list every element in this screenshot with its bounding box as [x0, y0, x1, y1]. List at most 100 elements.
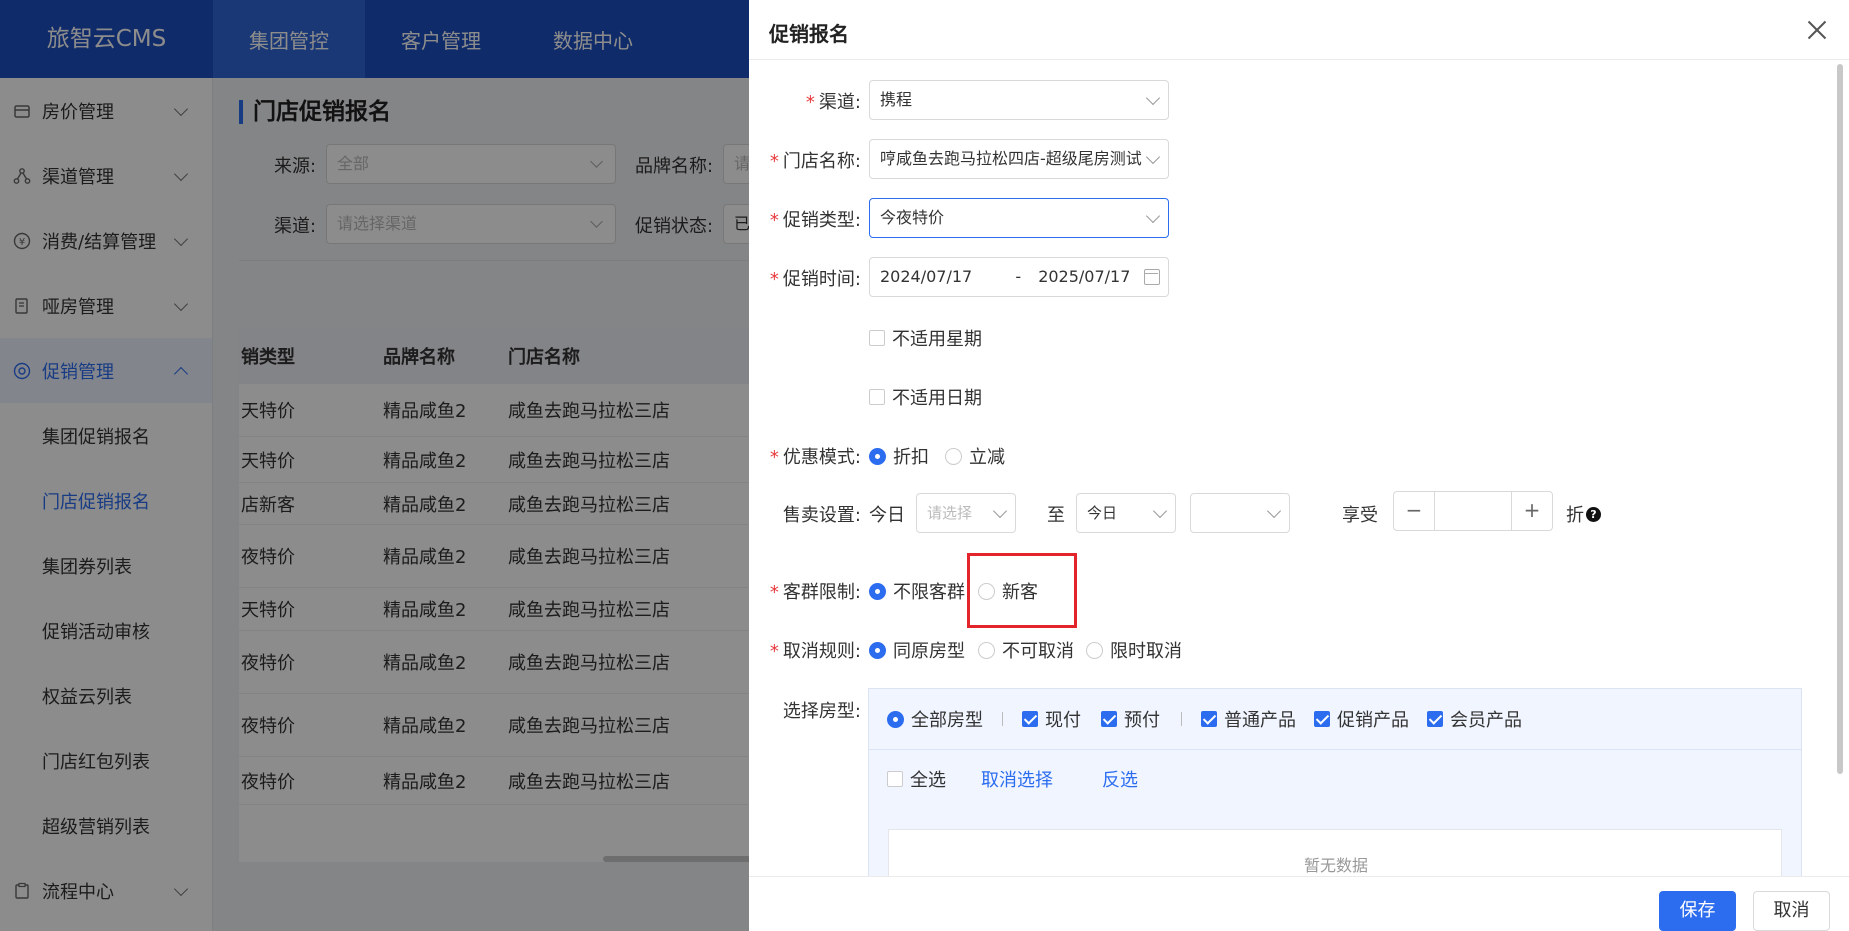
promo-type-value: 今夜特价 — [880, 208, 945, 227]
drawer-footer: 保存 取消 — [749, 876, 1849, 931]
not-date-label: 不适用日期 — [892, 388, 982, 409]
checkbox-box — [869, 330, 885, 346]
checkbox-box — [1201, 711, 1217, 727]
no-cancel-radio[interactable]: 不可取消 — [978, 637, 1074, 663]
customer-limit-label-text: 客群限制: — [782, 582, 861, 603]
to-text: 至 — [1047, 505, 1065, 526]
empty-text: 暂无数据 — [1303, 856, 1368, 875]
end-day-select[interactable]: 今日 — [1076, 493, 1176, 533]
same-room-label: 同原房型 — [893, 641, 965, 662]
promo-type-label-text: 促销类型: — [782, 210, 861, 231]
help-icon[interactable]: ? — [1586, 506, 1601, 522]
end-date[interactable]: 2025/07/17 — [1038, 267, 1130, 286]
start-time-placeholder: 请选择 — [927, 504, 973, 522]
discount-unit: 折 ? — [1566, 501, 1601, 527]
checkbox-box — [1101, 711, 1117, 727]
promo-signup-drawer: 促销报名 * 渠道: 携程 * 门店名称: 哼咸鱼去跑马拉松四店-超级尾房测试 * 促… — [749, 0, 1849, 931]
required-mark: * — [805, 92, 815, 113]
promo-time-label: * 促销时间: — [749, 265, 861, 291]
required-mark: * — [769, 582, 779, 603]
close-icon[interactable] — [1805, 18, 1829, 42]
enjoy-text: 享受 — [1342, 505, 1378, 526]
discount-label: 折扣 — [893, 447, 929, 468]
room-type-label: 选择房型: — [782, 701, 861, 722]
channel-label: * 渠道: — [749, 88, 861, 114]
same-room-radio[interactable]: 同原房型 — [869, 637, 965, 663]
start-time-select[interactable]: 请选择 — [916, 493, 1016, 533]
radio-dot — [978, 641, 995, 659]
required-mark: * — [769, 269, 779, 290]
divider — [869, 749, 1801, 750]
not-weekday-checkbox[interactable]: 不适用星期 — [869, 325, 982, 351]
store-label-text: 门店名称: — [782, 151, 861, 172]
cancel-select-link[interactable]: 取消选择 — [981, 766, 1053, 792]
chevron-down-icon — [1145, 149, 1161, 165]
all-room-label: 全部房型 — [911, 710, 983, 731]
reduce-label: 立减 — [969, 447, 1005, 468]
channel-value: 携程 — [880, 90, 913, 109]
required-mark: * — [769, 151, 779, 172]
customer-limit-label: * 客群限制: — [749, 578, 861, 604]
normal-product-label: 普通产品 — [1224, 710, 1296, 731]
reduce-radio[interactable]: 立减 — [945, 443, 1005, 469]
unlimited-customer-radio[interactable]: 不限客群 — [869, 578, 965, 604]
start-date[interactable]: 2024/07/17 — [880, 267, 972, 286]
member-product-label: 会员产品 — [1450, 710, 1522, 731]
save-button[interactable]: 保存 — [1659, 891, 1736, 931]
checkbox-box — [1314, 711, 1330, 727]
highlight-box — [967, 553, 1077, 628]
promo-type-select[interactable]: 今夜特价 — [869, 198, 1169, 238]
unit-text: 折 — [1566, 505, 1584, 526]
normal-product-checkbox[interactable]: 普通产品 — [1201, 706, 1296, 732]
checkbox-box — [1022, 711, 1038, 727]
unlimited-customer-label: 不限客群 — [893, 582, 965, 603]
store-value: 哼咸鱼去跑马拉松四店-超级尾房测试 — [880, 149, 1142, 168]
discount-mode-label: * 优惠模式: — [749, 443, 861, 469]
not-date-checkbox[interactable]: 不适用日期 — [869, 384, 982, 410]
member-product-checkbox[interactable]: 会员产品 — [1427, 706, 1522, 732]
vertical-scrollbar[interactable] — [1837, 64, 1843, 774]
prepaid-checkbox[interactable]: 预付 — [1101, 706, 1160, 732]
cancel-rule-label: * 取消规则: — [749, 637, 861, 663]
calendar-icon — [1144, 269, 1160, 285]
promo-product-checkbox[interactable]: 促销产品 — [1314, 706, 1409, 732]
radio-dot — [1086, 641, 1103, 659]
required-mark: * — [769, 447, 779, 468]
radio-dot — [869, 641, 886, 659]
not-weekday-label: 不适用星期 — [892, 329, 982, 350]
cancel-button[interactable]: 取消 — [1753, 891, 1830, 931]
date-range-picker[interactable]: 2024/07/17 - 2025/07/17 — [869, 257, 1169, 297]
plus-button[interactable]: + — [1512, 492, 1552, 530]
chevron-down-icon — [1145, 90, 1161, 106]
separator — [1002, 712, 1003, 726]
time-limited-cancel-radio[interactable]: 限时取消 — [1086, 637, 1182, 663]
required-mark: * — [769, 210, 779, 231]
end-time-select[interactable] — [1190, 493, 1290, 533]
all-room-radio[interactable]: 全部房型 — [887, 706, 983, 732]
time-limited-cancel-label: 限时取消 — [1110, 641, 1182, 662]
store-select[interactable]: 哼咸鱼去跑马拉松四店-超级尾房测试 — [869, 139, 1169, 179]
discount-stepper: − + — [1393, 491, 1553, 531]
channel-select[interactable]: 携程 — [869, 80, 1169, 120]
promo-type-label: * 促销类型: — [749, 206, 861, 232]
chevron-down-icon — [1145, 208, 1161, 224]
select-all-label: 全选 — [910, 770, 946, 791]
minus-button[interactable]: − — [1394, 492, 1434, 530]
select-all-checkbox[interactable]: 全选 — [887, 766, 946, 792]
separator — [1181, 712, 1182, 726]
pay-now-label: 现付 — [1045, 710, 1081, 731]
invert-select-link[interactable]: 反选 — [1102, 766, 1138, 792]
discount-radio[interactable]: 折扣 — [869, 443, 929, 469]
channel-label-text: 渠道: — [818, 92, 861, 113]
radio-dot — [869, 447, 886, 465]
discount-mode-label-text: 优惠模式: — [782, 447, 861, 468]
required-mark: * — [769, 641, 779, 662]
end-day-value: 今日 — [1087, 504, 1118, 522]
sale-setting-label: 售卖设置: — [782, 505, 861, 526]
pay-now-checkbox[interactable]: 现付 — [1022, 706, 1081, 732]
radio-dot — [945, 447, 962, 465]
checkbox-box — [887, 771, 903, 787]
store-label: * 门店名称: — [749, 147, 861, 173]
chevron-down-icon — [992, 503, 1008, 519]
discount-input[interactable] — [1434, 492, 1512, 530]
